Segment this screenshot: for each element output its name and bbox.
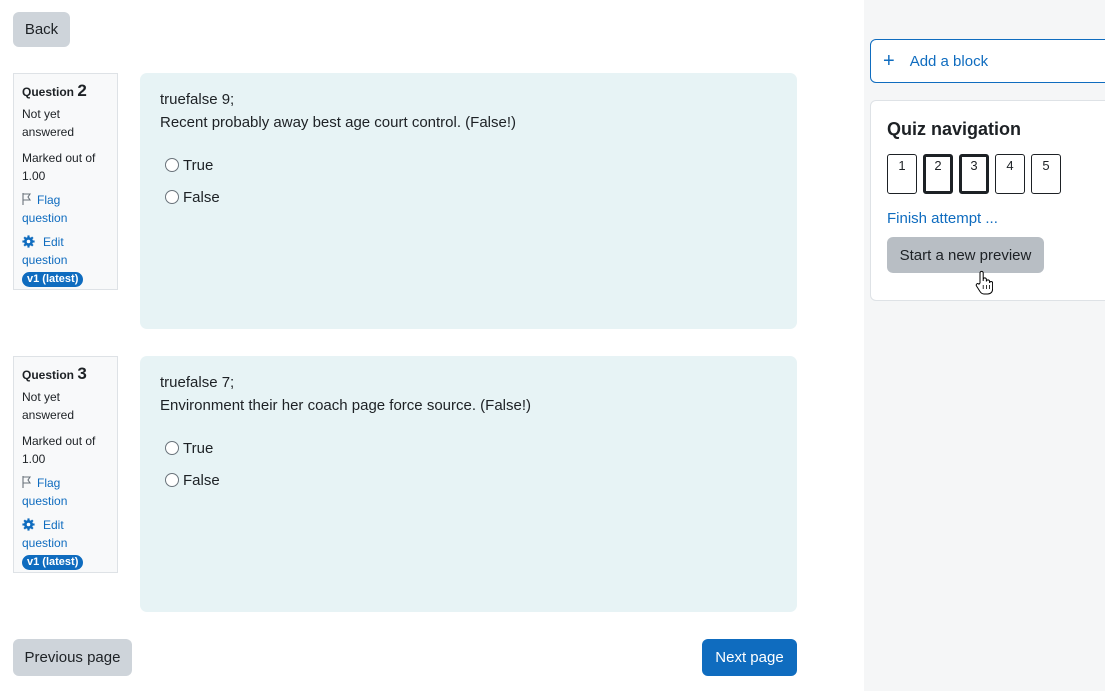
start-new-preview-button[interactable]: Start a new preview: [887, 237, 1044, 273]
question-number: Question 2: [22, 81, 87, 100]
radio-button[interactable]: [165, 190, 179, 204]
answer-options: True False: [160, 432, 777, 496]
question-number: Question 3: [22, 364, 87, 383]
question-content: truefalse 9; Recent probably away best a…: [140, 73, 797, 329]
question-content: truefalse 7; Environment their her coach…: [140, 356, 797, 612]
gear-icon: [22, 518, 35, 531]
flag-question-link[interactable]: Flag question: [22, 191, 109, 227]
nav-question-2[interactable]: 2: [923, 154, 953, 194]
main-content: Back Question 2 Not yet answered Marked …: [0, 0, 864, 691]
nav-question-5[interactable]: 5: [1031, 154, 1061, 194]
question-grade: Marked out of 1.00: [22, 434, 96, 466]
flag-icon: [22, 193, 32, 205]
radio-button[interactable]: [165, 441, 179, 455]
answer-options: True False: [160, 149, 777, 213]
version-badge: v1 (latest): [22, 272, 84, 287]
question-info: Question 2 Not yet answered Marked out o…: [13, 73, 118, 290]
question-state: Not yet answered: [22, 390, 75, 422]
version-badge: v1 (latest): [22, 555, 84, 570]
radio-button[interactable]: [165, 158, 179, 172]
next-page-button[interactable]: Next page: [702, 639, 797, 676]
previous-page-button[interactable]: Previous page: [13, 639, 132, 676]
answer-option-true[interactable]: True: [160, 149, 777, 181]
back-button[interactable]: Back: [13, 12, 70, 47]
radio-button[interactable]: [165, 473, 179, 487]
answer-option-false[interactable]: False: [160, 464, 777, 496]
edit-question-link[interactable]: Edit question: [22, 233, 109, 269]
question-info: Question 3 Not yet answered Marked out o…: [13, 356, 118, 573]
gear-icon: [22, 235, 35, 248]
question-name: truefalse 9;: [160, 91, 235, 108]
hand-cursor-icon: [975, 270, 993, 295]
flag-icon: [22, 476, 32, 488]
question-name: truefalse 7;: [160, 374, 235, 391]
question-nav-buttons: 1 2 3 4 5: [887, 154, 1103, 194]
question-text: Recent probably away best age court cont…: [160, 114, 517, 131]
flag-question-link[interactable]: Flag question: [22, 474, 109, 510]
add-block-button[interactable]: + Add a block: [870, 39, 1105, 83]
nav-question-4[interactable]: 4: [995, 154, 1025, 194]
question-text: Environment their her coach page force s…: [160, 397, 532, 414]
finish-attempt-link[interactable]: Finish attempt ...: [887, 210, 1103, 227]
answer-option-false[interactable]: False: [160, 181, 777, 213]
question-state: Not yet answered: [22, 107, 75, 139]
nav-question-3[interactable]: 3: [959, 154, 989, 194]
nav-question-1[interactable]: 1: [887, 154, 917, 194]
edit-question-link[interactable]: Edit question: [22, 516, 109, 552]
plus-icon: +: [883, 50, 895, 72]
question-grade: Marked out of 1.00: [22, 151, 96, 183]
answer-option-true[interactable]: True: [160, 432, 777, 464]
quiz-navigation-title: Quiz navigation: [887, 119, 1022, 139]
